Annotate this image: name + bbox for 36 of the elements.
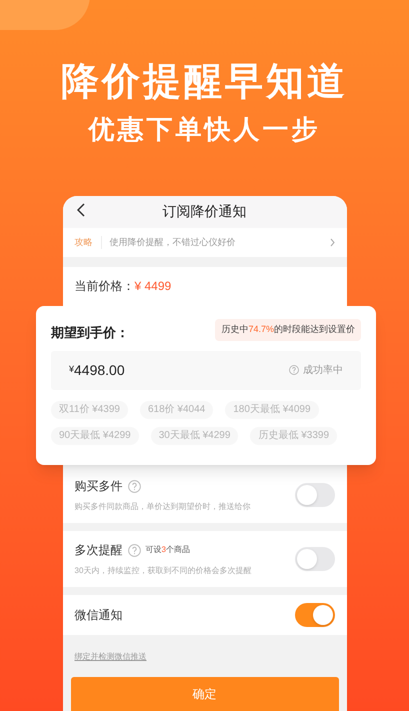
tip-tag: 攻略 bbox=[74, 236, 102, 250]
help-icon[interactable] bbox=[128, 544, 140, 557]
tip-bar[interactable]: 攻略 使用降价提醒，不错过心仪好价 bbox=[62, 228, 346, 258]
expected-price-label: 期望到手价： bbox=[51, 324, 129, 342]
back-icon[interactable] bbox=[76, 203, 84, 217]
current-price-label: 当前价格： bbox=[74, 278, 134, 296]
price-chip[interactable]: 历史最低 ¥3399 bbox=[250, 426, 338, 444]
price-value: 4498.00 bbox=[74, 360, 126, 380]
toggle-switch[interactable] bbox=[294, 603, 334, 628]
option-note: 可设3个商品 bbox=[146, 544, 190, 556]
option-description: 30天内，持续监控，获取到不同的价格会多次提醒 bbox=[74, 565, 252, 578]
screen-title: 订阅降价通知 bbox=[162, 202, 246, 222]
price-chip[interactable]: 90天最低 ¥4299 bbox=[51, 426, 139, 444]
price-chip[interactable]: 30天最低 ¥4299 bbox=[150, 426, 238, 444]
option-title: 购买多件 bbox=[74, 478, 122, 496]
price-chip[interactable]: 双11价 ¥4399 bbox=[51, 400, 128, 418]
chevron-right-icon bbox=[330, 238, 334, 248]
current-price: ¥ 4499 bbox=[134, 278, 172, 296]
price-chip[interactable]: 618价 ¥4044 bbox=[140, 400, 214, 418]
help-icon[interactable] bbox=[289, 365, 299, 375]
headline: 降价提醒早知道 bbox=[61, 60, 348, 105]
option-title: 微信通知 bbox=[74, 607, 122, 624]
price-input[interactable]: ¥4498.00 成功率中 bbox=[51, 350, 361, 390]
help-icon[interactable] bbox=[128, 480, 140, 493]
subheadline: 优惠下单快人一步 bbox=[88, 113, 320, 146]
toggle-switch[interactable] bbox=[294, 547, 334, 572]
option-description: 购买多件同款商品，单价达到期望价时，推送给你 bbox=[74, 501, 252, 514]
bind-link[interactable]: 绑定并检测微信推送 bbox=[74, 652, 146, 662]
history-hint: 历史中74.7%的时段能达到设置价 bbox=[215, 319, 361, 340]
success-rate: 成功率中 bbox=[303, 364, 343, 378]
option-title: 多次提醒 bbox=[74, 542, 122, 560]
confirm-button[interactable]: 确定 bbox=[70, 677, 338, 711]
price-chip[interactable]: 180天最低 ¥4099 bbox=[225, 400, 319, 418]
currency-symbol: ¥ bbox=[69, 363, 74, 374]
toggle-switch[interactable] bbox=[294, 483, 334, 508]
tip-text: 使用降价提醒，不错过心仪好价 bbox=[110, 236, 236, 249]
